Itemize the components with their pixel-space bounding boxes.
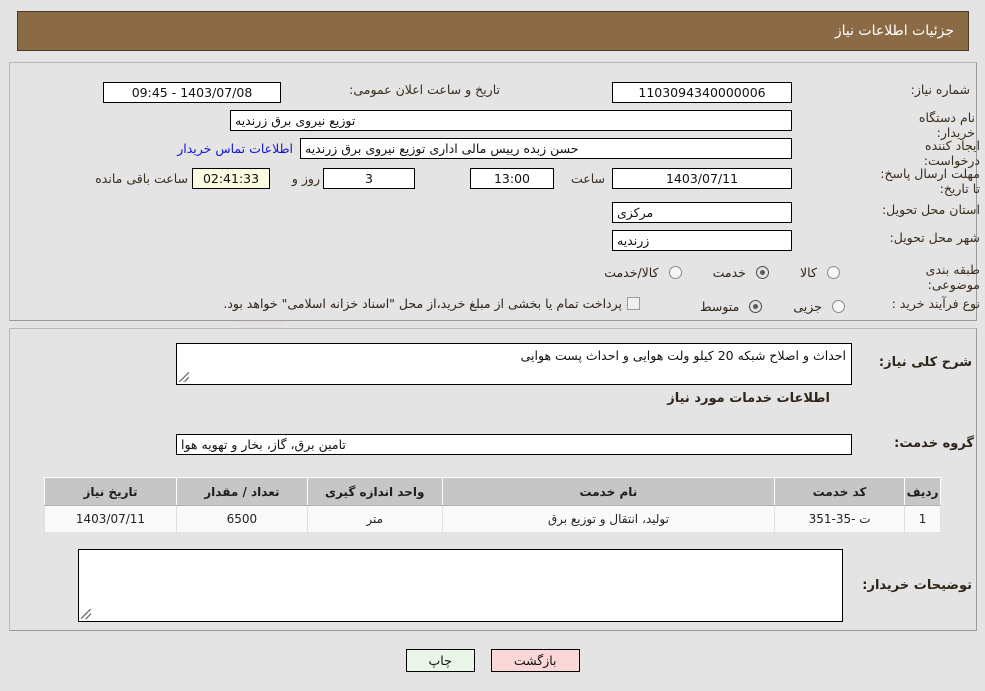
classification-label: طبقه بندی موضوعی: [925,262,980,292]
announce-datetime-label: تاریخ و ساعت اعلان عمومی: [349,82,500,97]
classification-option-khedmat[interactable]: خدمت [708,262,770,281]
deadline-time-value: 13:00 [470,168,554,189]
radio-icon[interactable] [832,300,845,313]
purchase-type-option-motevaset[interactable]: متوسط [695,296,763,315]
announce-datetime-value: 1403/07/08 - 09:45 [103,82,281,103]
action-buttons: بازگشت چاپ [0,649,985,672]
city-value: زرندیه [612,230,792,251]
need-number-label-wrap: شماره نیاز: [880,82,970,97]
checkbox-icon[interactable] [627,297,640,310]
service-group-label: گروه خدمت: [894,436,974,451]
deadline-countdown-value: 02:41:33 [192,168,270,189]
table-cell-need-date: 1403/07/11 [44,505,177,533]
table-cell-quantity: 6500 [175,505,308,533]
back-button[interactable]: بازگشت [490,649,580,672]
table-cell-row-no: 1 [904,505,941,533]
deadline-label: مهلت ارسال پاسخ: تا تاریخ: [880,166,980,196]
service-group-value: تامین برق، گاز، بخار و تهویه هوا [176,434,852,455]
page-header: جزئیات اطلاعات نیاز [17,11,969,51]
radio-icon[interactable] [756,266,770,279]
buyer-contact-link[interactable]: اطلاعات تماس خریدار [177,141,293,156]
table-header-cell: واحد اندازه گیری [306,477,443,506]
buyer-org-label-wrap: نام دستگاه خریدار: [880,110,975,140]
classification-option-label: کالا [800,265,817,280]
treasury-bond-checkbox-label: پرداخت تمام یا بخشی از مبلغ خرید،از محل … [223,296,622,311]
table-cell-service-code: ت -35-351 [774,505,906,533]
buyer-notes-textarea[interactable] [78,549,843,622]
requester-label-wrap: ایجاد کننده درخواست: [880,138,980,168]
table-header-row: ردیف کد خدمت نام خدمت واحد اندازه گیری ت… [44,477,941,506]
purchase-type-option-label: جزیی [793,299,822,314]
announce-datetime-label-wrap: تاریخ و ساعت اعلان عمومی: [285,82,500,97]
treasury-bond-checkbox-wrap[interactable]: پرداخت تمام یا بخشی از مبلغ خرید،از محل … [110,296,640,311]
services-table: ردیف کد خدمت نام خدمت واحد اندازه گیری ت… [44,477,941,533]
need-description-label-wrap: شرح کلی نیاز: [862,355,972,370]
service-group-label-wrap: گروه خدمت: [864,436,974,451]
classification-option-label: خدمت [712,265,746,280]
requester-label: ایجاد کننده درخواست: [923,138,980,168]
buyer-org-label: نام دستگاه خریدار: [918,110,975,140]
classification-option-kala[interactable]: کالا [795,262,840,281]
table-header-cell: کد خدمت [774,477,906,506]
services-table-head: ردیف کد خدمت نام خدمت واحد اندازه گیری ت… [44,477,941,506]
purchase-type-option-jozee[interactable]: جزیی [788,296,845,315]
services-section-title: اطلاعات خدمات مورد نیاز [667,391,830,406]
print-button[interactable]: چاپ [405,649,475,672]
deadline-countdown-label-wrap: ساعت باقی مانده [95,168,188,189]
buyer-notes-label: توضیحات خریدار: [862,578,972,593]
need-number-value: 1103094340000006 [612,82,792,103]
purchase-type-label-wrap: نوع فرآیند خرید : [870,296,980,311]
deadline-date-value: 1403/07/11 [612,168,792,189]
page-title: جزئیات اطلاعات نیاز [834,23,954,39]
page-root: جزئیات اطلاعات نیاز AriaTender.net شماره… [0,0,985,691]
classification-label-wrap: طبقه بندی موضوعی: [870,262,980,292]
need-number-label: شماره نیاز: [910,82,970,97]
table-row: 1 ت -35-351 تولید، انتقال و توزیع برق مت… [44,505,941,533]
deadline-countdown-label: ساعت باقی مانده [95,171,188,186]
city-label-wrap: شهر محل تحویل: [880,230,980,245]
deadline-days-label-wrap: روز و [280,168,320,189]
need-description-textarea[interactable]: احداث و اصلاح شبکه 20 کیلو ولت هوایی و ا… [176,343,852,385]
deadline-time-label-wrap: ساعت [560,168,605,189]
province-label-wrap: استان محل تحویل: [880,202,980,217]
table-header-cell: تعداد / مقدار [175,477,308,506]
deadline-label-wrap: مهلت ارسال پاسخ: تا تاریخ: [880,166,980,196]
deadline-days-label: روز و [291,171,320,186]
requester-value: حسن زبده رییس مالی اداری توزیع نیروی برق… [300,138,792,159]
table-cell-service-name: تولید، انتقال و توزیع برق [441,505,776,533]
radio-icon[interactable] [668,266,682,279]
services-table-body: 1 ت -35-351 تولید، انتقال و توزیع برق مت… [44,505,941,533]
buyer-notes-label-wrap: توضیحات خریدار: [862,578,972,593]
table-header-cell: تاریخ نیاز [44,477,177,506]
classification-radio-group: کالا خدمت کالا/خدمت [490,262,840,281]
purchase-type-option-label: متوسط [700,299,740,314]
table-header-cell: ردیف [904,477,941,506]
province-value: مرکزی [612,202,792,223]
buyer-contact-link-wrap[interactable]: اطلاعات تماس خریدار [125,138,293,159]
classification-option-kala-khedmat[interactable]: کالا/خدمت [599,262,682,281]
deadline-days-value: 3 [323,168,415,189]
radio-icon[interactable] [749,300,763,313]
purchase-type-radio-group: جزیی متوسط [690,296,845,315]
radio-icon[interactable] [827,266,840,279]
city-label: شهر محل تحویل: [889,230,980,245]
table-header-cell: نام خدمت [441,477,776,506]
purchase-type-label: نوع فرآیند خرید : [891,296,980,311]
deadline-time-label: ساعت [570,171,605,186]
classification-option-label: کالا/خدمت [604,265,659,280]
buyer-org-value: توزیع نیروی برق زرندیه [230,110,792,131]
province-label: استان محل تحویل: [881,202,980,217]
table-cell-unit: متر [306,505,443,533]
need-description-label: شرح کلی نیاز: [878,355,972,370]
